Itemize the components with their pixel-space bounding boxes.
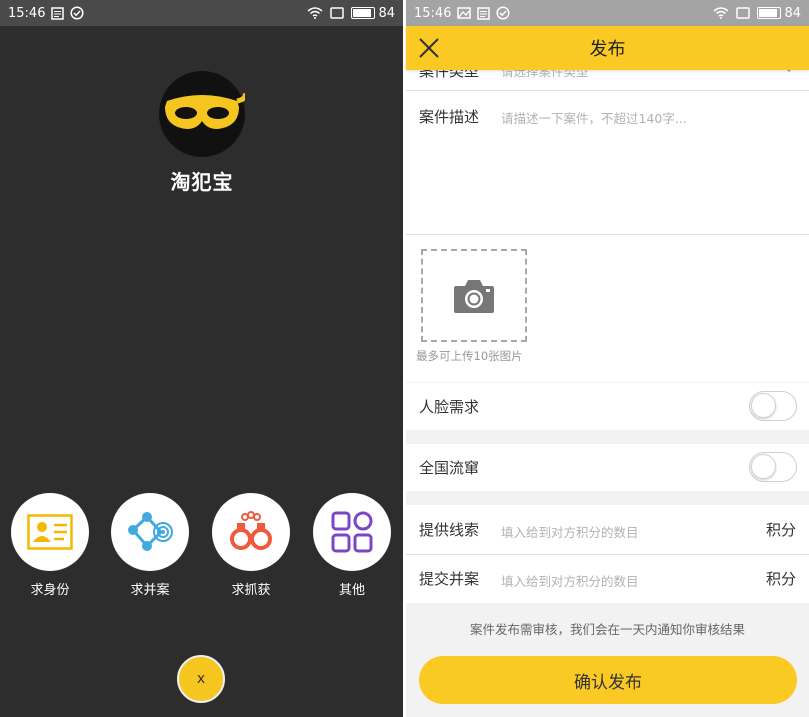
menu-item-label: 求并案 [130,583,170,598]
battery-icon [351,7,376,19]
divider [406,234,809,235]
upload-photo-button[interactable] [421,249,527,342]
battery-indicator: 84 [351,6,395,21]
app-logo [159,71,248,157]
wifi-icon [713,7,729,19]
handcuffs-icon [230,511,272,550]
close-icon[interactable] [416,35,442,61]
check-circle-icon [496,6,511,20]
face-request-toggle[interactable] [749,391,797,421]
battery-level: 84 [378,5,395,21]
review-notice: 案件发布需审核，我们会在一天内通知你审核结果 [469,622,745,637]
status-bar: 15:46 84 [0,0,403,26]
submit-merge-unit: 积分 [765,570,796,588]
case-desc-label: 案件描述 [419,108,480,126]
menu-item-label: 求身份 [30,583,70,598]
battery-level: 84 [784,5,801,21]
toggle-knob [751,393,776,418]
screen-icon [736,7,751,19]
confirm-publish-label: 确认发布 [574,672,642,693]
page-title: 发布 [589,39,626,60]
battery-icon [757,7,782,19]
right-screen: 15:46 84 发布 案件类型 请选择案件类型 案件描述 请描述一下案件，不超… [406,0,809,717]
battery-indicator: 84 [757,6,801,21]
status-time: 15:46 [414,5,452,21]
notes-icon [51,6,65,20]
menu-item-identity[interactable]: 求身份 [11,493,89,598]
id-card-icon [27,514,73,550]
points-section: 提供线索 填入给到对方积分的数目 积分 提交并案 填入给到对方积分的数目 积分 [406,505,809,603]
camera-icon [454,279,494,313]
check-circle-icon [70,6,85,20]
case-desc-placeholder: 请描述一下案件，不超过140字... [501,111,687,126]
provide-clue-label: 提供线索 [419,521,480,539]
status-bar: 15:46 84 [406,0,809,26]
menu-item-merge-case[interactable]: 求并案 [111,493,189,598]
menu-item-capture[interactable]: 求抓获 [212,493,290,598]
grid-apps-icon [331,511,373,553]
toggle-knob [751,454,776,479]
screen-icon [330,7,345,19]
divider [406,90,809,91]
menu-item-label: 求抓获 [231,583,271,598]
divider [406,554,809,555]
header-bar: 发布 [406,26,809,70]
case-desc-textarea[interactable]: 请描述一下案件，不超过140字... [498,104,796,224]
submit-merge-label: 提交并案 [419,570,480,588]
provide-clue-unit: 积分 [765,521,796,539]
image-icon [457,7,472,19]
close-menu-button[interactable]: x [177,655,225,703]
menu-item-label: 其他 [338,583,365,598]
notes-icon [477,6,491,20]
upload-hint: 最多可上传10张图片 [416,349,523,363]
provide-clue-input[interactable]: 填入给到对方积分的数目 [501,522,639,541]
nationwide-row: 全国流窜 [406,444,809,491]
mask-icon [165,92,248,129]
left-screen: 15:46 84 淘犯宝 求身份 求并案 求抓获 其他 x [0,0,403,717]
network-link-icon [128,512,173,551]
app-name: 淘犯宝 [170,170,234,194]
face-request-row: 人脸需求 [406,383,809,430]
close-menu-label: x [196,671,206,687]
status-time: 15:46 [8,5,46,21]
wifi-icon [307,7,323,19]
nationwide-toggle[interactable] [749,452,797,482]
menu-item-other[interactable]: 其他 [313,493,391,598]
face-request-label: 人脸需求 [419,398,480,416]
confirm-publish-button[interactable]: 确认发布 [419,656,797,704]
submit-merge-input[interactable]: 填入给到对方积分的数目 [501,571,639,590]
nationwide-label: 全国流窜 [419,459,480,477]
